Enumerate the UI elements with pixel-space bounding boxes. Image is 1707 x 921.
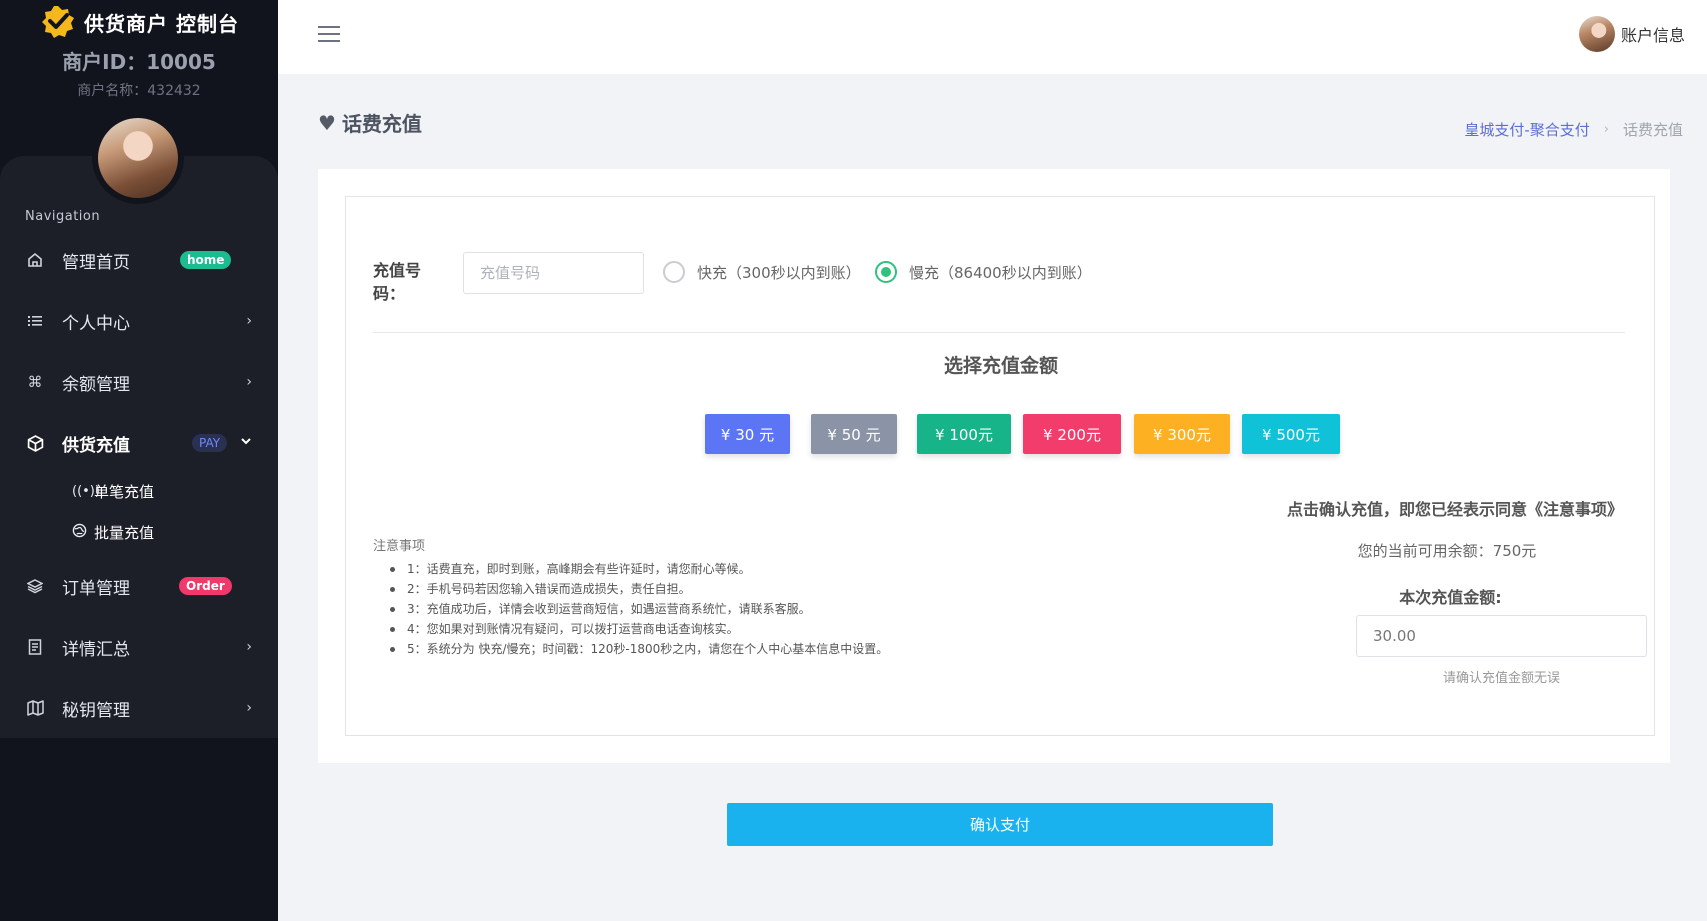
sidebar-item-label: 订单管理: [62, 578, 130, 599]
breadcrumb: 皇城支付-聚合支付 › 话费充值: [1464, 119, 1683, 140]
broadcast-icon: ((•)): [72, 484, 100, 499]
list-icon: [25, 311, 45, 331]
list-item: 2：手机号码若因您输入错误而造成损失，责任自担。: [390, 579, 888, 599]
box-icon: [25, 433, 45, 453]
sidebar-item-summary[interactable]: 详情汇总 ›: [0, 627, 278, 667]
sidebar: 供货商户 控制台 商户ID：10005 商户名称：432432 Navigati…: [0, 0, 278, 921]
profile-avatar[interactable]: [92, 112, 184, 204]
merchant-name: 商户名称：432432: [77, 83, 201, 99]
recharge-form: 充值号码： 快充（300秒以内到账） 慢充（86400秒以内到账） 选择充值金额…: [345, 196, 1655, 736]
amount-section-title: 选择充值金额: [943, 355, 1058, 377]
order-badge: Order: [179, 577, 232, 595]
sidebar-subitem-label: 批量充值: [94, 524, 155, 542]
avatar: [1578, 16, 1615, 52]
chevron-down-icon: [240, 435, 252, 451]
sidebar-subitem-label: 单笔充值: [94, 483, 155, 501]
amount-30-button[interactable]: ¥ 30 元: [705, 414, 790, 454]
sidebar-item-secret-keys[interactable]: 秘钥管理 ›: [0, 688, 278, 728]
sidebar-item-label: 详情汇总: [62, 639, 130, 660]
phone-label: 充值号码：: [373, 261, 422, 303]
globe-icon: [72, 523, 90, 542]
amount-hint: 请确认充值金额无误: [1442, 671, 1560, 686]
list-item: 5：系统分为 快充/慢充；时间戳：120秒-1800秒之内，请您在个人中心基本信…: [390, 639, 888, 659]
chevron-right-icon: ›: [246, 700, 252, 716]
layers-icon: [25, 576, 45, 596]
list-item: 4：您如果对到账情况有疑问，可以拨打运营商电话查询核实。: [390, 619, 888, 639]
breadcrumb-current: 话费充值: [1622, 121, 1683, 139]
heart-icon: ♥: [318, 110, 336, 135]
chevron-right-icon: ›: [246, 313, 252, 329]
notes-title: 注意事项: [373, 539, 426, 554]
radio-label: 慢充（86400秒以内到账）: [909, 263, 1092, 282]
phone-input[interactable]: [463, 252, 644, 294]
recharge-card: 充值号码： 快充（300秒以内到账） 慢充（86400秒以内到账） 选择充值金额…: [318, 169, 1670, 763]
chevron-right-icon: ›: [246, 374, 252, 390]
slow-charge-radio[interactable]: 慢充（86400秒以内到账）: [875, 261, 1092, 283]
sidebar-subitem-batch-recharge[interactable]: 批量充值: [72, 522, 154, 543]
amount-500-button[interactable]: ¥ 500元: [1242, 414, 1340, 454]
this-amount-label: 本次充值金额:: [1399, 588, 1502, 607]
agreement-text: 点击确认充值，即您已经表示同意《注意事项》: [1286, 500, 1623, 519]
sidebar-item-label: 供货充值: [62, 435, 130, 456]
map-icon: [25, 698, 45, 718]
sidebar-item-profile[interactable]: 个人中心 ›: [0, 301, 278, 341]
command-icon: ⌘: [27, 373, 43, 391]
radio-unchecked-icon: [663, 261, 685, 283]
amount-300-button[interactable]: ¥ 300元: [1134, 414, 1230, 454]
list-item: 1：话费直充，即时到账，高峰期会有些许延时，请您耐心等候。: [390, 559, 888, 579]
balance-text: 您的当前可用余额：750元: [1357, 542, 1537, 560]
list-item: 3：充值成功后，详情会收到运营商短信，如遇运营商系统忙，请联系客服。: [390, 599, 888, 619]
brand-logo-icon: [42, 6, 74, 38]
sidebar-item-label: 秘钥管理: [62, 700, 130, 721]
sidebar-item-label: 个人中心: [62, 313, 130, 334]
notes-list: 1：话费直充，即时到账，高峰期会有些许延时，请您耐心等候。 2：手机号码若因您输…: [390, 559, 888, 659]
radio-checked-icon: [875, 261, 897, 283]
sidebar-subitem-single-recharge[interactable]: ((•)) 单笔充值: [72, 481, 154, 502]
amount-50-button[interactable]: ¥ 50 元: [811, 414, 897, 454]
pay-badge: PAY: [192, 434, 228, 452]
sidebar-item-orders[interactable]: 订单管理 Order: [0, 566, 278, 606]
brand-title: 供货商户 控制台: [84, 11, 239, 36]
page-title-text: 话费充值: [341, 112, 422, 136]
document-icon: [25, 637, 45, 657]
radio-label: 快充（300秒以内到账）: [697, 263, 861, 282]
brand: 供货商户 控制台: [40, 4, 239, 40]
chevron-right-icon: ›: [246, 639, 252, 655]
breadcrumb-parent-link[interactable]: 皇城支付-聚合支付: [1464, 119, 1589, 140]
amount-input[interactable]: [1356, 615, 1647, 657]
amount-100-button[interactable]: ¥ 100元: [917, 414, 1011, 454]
sidebar-item-balance[interactable]: ⌘ 余额管理 ›: [0, 362, 278, 402]
sidebar-item-supply-recharge[interactable]: 供货充值 PAY: [0, 423, 278, 463]
account-label: 账户信息: [1620, 26, 1685, 45]
divider: [373, 332, 1625, 333]
breadcrumb-separator-icon: ›: [1603, 122, 1609, 137]
sidebar-item-label: 余额管理: [62, 374, 130, 395]
account-menu[interactable]: 账户信息: [1578, 16, 1685, 52]
merchant-id: 商户ID：10005: [62, 50, 216, 74]
amount-200-button[interactable]: ¥ 200元: [1023, 414, 1121, 454]
topbar: 账户信息: [278, 0, 1707, 74]
nav-heading: Navigation: [25, 209, 101, 224]
avatar-image: [98, 118, 178, 198]
page-title: ♥ 话费充值: [318, 108, 422, 137]
fast-charge-radio[interactable]: 快充（300秒以内到账）: [663, 261, 861, 283]
home-icon: [25, 250, 45, 270]
menu-toggle-icon[interactable]: [318, 26, 340, 44]
sidebar-item-home[interactable]: 管理首页 home: [0, 240, 278, 280]
home-badge: home: [180, 251, 232, 269]
confirm-pay-button[interactable]: 确认支付: [727, 803, 1273, 846]
sidebar-item-label: 管理首页: [62, 252, 130, 273]
